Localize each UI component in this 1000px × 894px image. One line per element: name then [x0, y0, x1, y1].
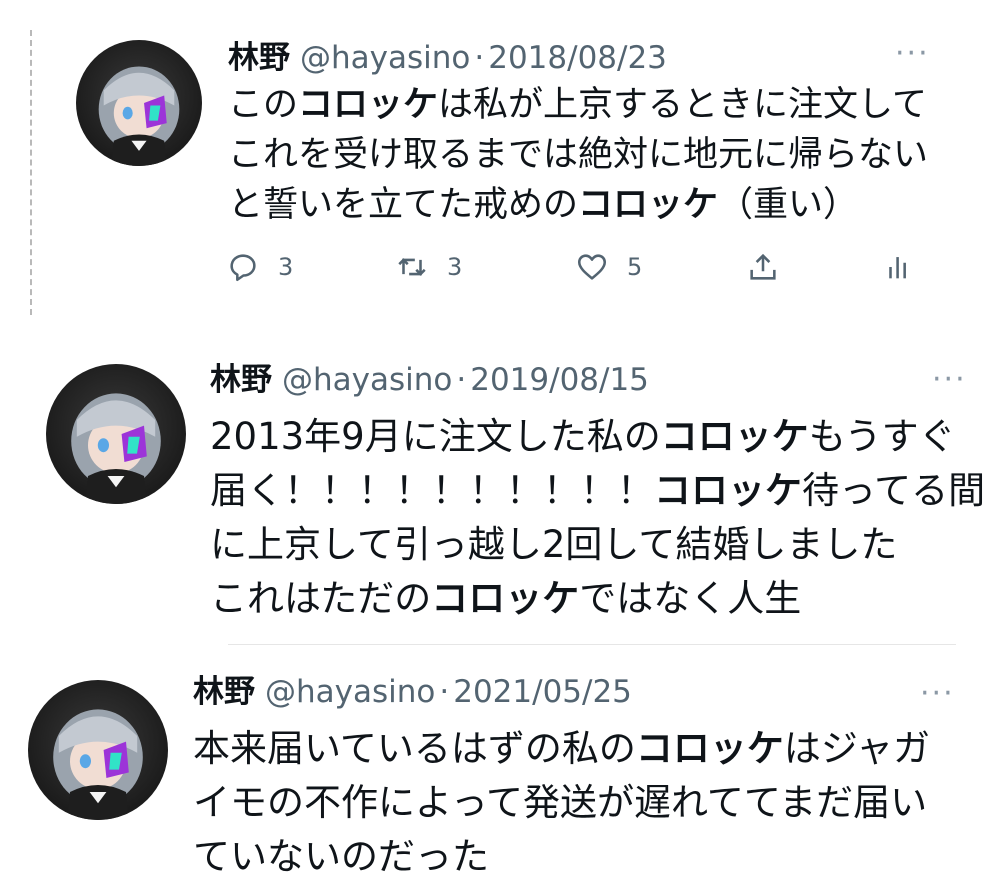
user-handle[interactable]: @hayasino: [300, 40, 470, 76]
like-button[interactable]: 5: [575, 250, 642, 284]
avatar-image: [53, 709, 143, 820]
more-icon[interactable]: ···: [920, 679, 955, 709]
tweet-text: 本来届いているはずの私のコロッケはジャガ イモの不作によって発送が遅れててまだ届…: [193, 722, 930, 884]
avatar[interactable]: [46, 364, 186, 504]
avatar-image: [71, 393, 161, 504]
analytics-icon: [889, 257, 906, 279]
user-handle[interactable]: @hayasino: [265, 674, 435, 710]
text-line: 本来届いているはずの私のコロッケはジャガ: [193, 727, 931, 770]
display-name[interactable]: 林野: [193, 674, 255, 710]
reply-icon: [230, 254, 256, 282]
display-name[interactable]: 林野: [210, 362, 272, 398]
text-line: に上京して引っ越し2回して結婚しました: [210, 523, 898, 566]
heart-icon: [577, 254, 607, 280]
separator-dot: ·: [474, 40, 485, 76]
tweet-header: 林野 @hayasino · 2021/05/25: [193, 674, 632, 710]
text-line: 2013年9月に注文した私のコロッケもうすぐ: [210, 415, 956, 458]
separator-dot: ·: [439, 674, 450, 710]
like-count: 5: [627, 253, 643, 281]
tweet-date[interactable]: 2018/08/23: [488, 40, 667, 76]
text-line: これを受け取るまでは絶対に地元に帰らない: [228, 135, 929, 175]
text-line: このコロッケは私が上京するときに注文して: [228, 85, 927, 125]
more-icon[interactable]: ···: [895, 39, 930, 69]
tweet-date[interactable]: 2019/08/15: [470, 362, 649, 398]
avatar[interactable]: [76, 40, 202, 166]
more-icon[interactable]: ···: [932, 365, 967, 395]
separator-dot: ·: [456, 362, 467, 398]
share-icon: [750, 253, 776, 280]
tweet-header: 林野 @hayasino · 2019/08/15: [210, 362, 649, 398]
tweet-text: このコロッケは私が上京するときに注文して これを受け取るまでは絶対に地元に帰らな…: [228, 80, 928, 230]
tweet-header: 林野 @hayasino · 2018/08/23: [228, 40, 667, 76]
retweet-button[interactable]: 3: [395, 250, 462, 284]
share-button[interactable]: [746, 250, 780, 284]
analytics-button[interactable]: [882, 250, 916, 284]
tweet-date[interactable]: 2021/05/25: [453, 674, 632, 710]
text-line: イモの不作によって発送が遅れててまだ届い: [193, 781, 928, 824]
thread-connector-line: [30, 30, 32, 315]
tweet-text: 2013年9月に注文した私のコロッケもうすぐ 届く！！！！！！！！！！コロッケ待…: [210, 410, 985, 626]
text-line: と誓いを立てた戒めのコロッケ（重い）: [228, 185, 859, 225]
retweet-icon: [398, 258, 426, 276]
avatar[interactable]: [28, 680, 168, 820]
text-line: 届く！！！！！！！！！！コロッケ待ってる間: [210, 469, 986, 512]
reply-button[interactable]: 3: [226, 250, 293, 284]
retweet-count: 3: [447, 253, 463, 281]
text-line: ていないのだった: [193, 835, 489, 878]
tweet-divider: [228, 644, 956, 645]
text-line: これはただのコロッケではなく人生: [210, 577, 802, 620]
reply-count: 3: [278, 253, 294, 281]
avatar-image: [98, 66, 180, 166]
user-handle[interactable]: @hayasino: [282, 362, 452, 398]
display-name[interactable]: 林野: [228, 40, 290, 76]
